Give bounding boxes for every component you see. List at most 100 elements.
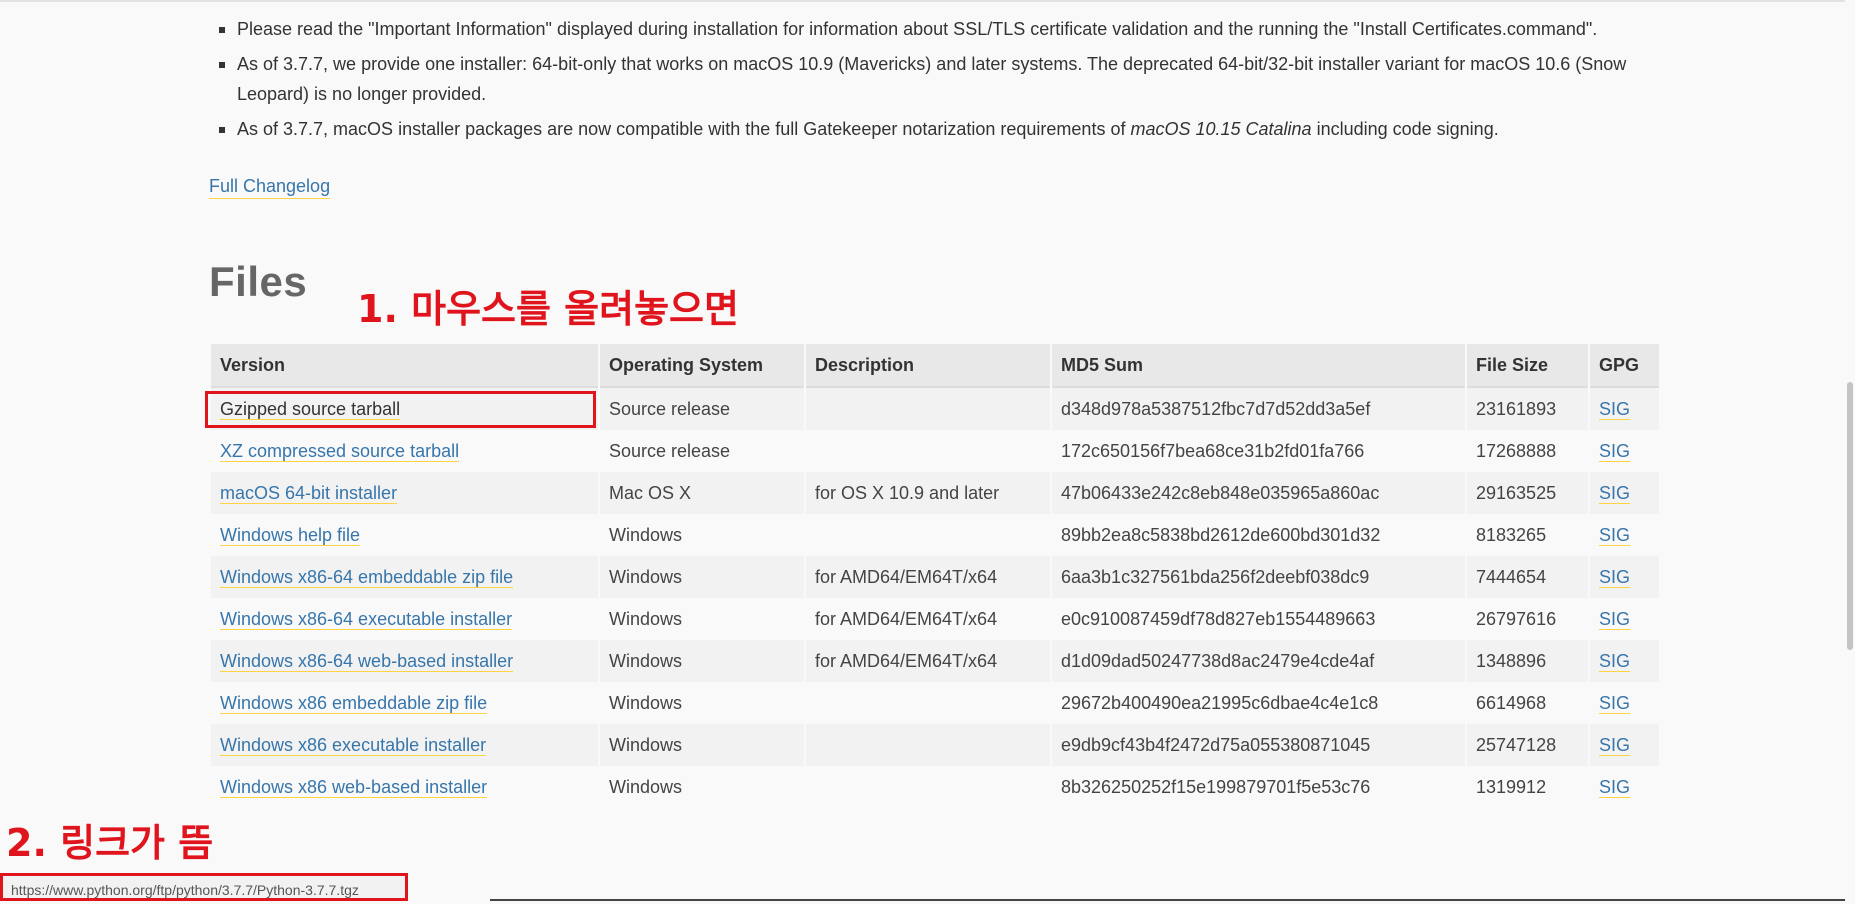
os-cell: Windows	[600, 514, 804, 556]
sig-link[interactable]: SIG	[1599, 482, 1631, 504]
size-cell: 26797616	[1467, 598, 1588, 640]
table-header-row: Version Operating System Description MD5…	[211, 344, 1659, 388]
vertical-scrollbar[interactable]	[1845, 0, 1855, 901]
scrollbar-thumb[interactable]	[1847, 382, 1853, 650]
download-link[interactable]: Windows x86 executable installer	[220, 734, 487, 756]
sig-link[interactable]: SIG	[1599, 776, 1631, 798]
header-os: Operating System	[600, 344, 804, 388]
description-cell	[806, 724, 1050, 766]
download-link[interactable]: Windows x86 web-based installer	[220, 776, 488, 798]
md5-cell: e9db9cf43b4f2472d75a055380871045	[1052, 724, 1465, 766]
download-link[interactable]: XZ compressed source tarball	[220, 440, 460, 462]
gpg-cell: SIG	[1590, 472, 1659, 514]
os-cell: Windows	[600, 682, 804, 724]
header-version: Version	[211, 344, 598, 388]
md5-cell: 89bb2ea8c5838bd2612de600bd301d32	[1052, 514, 1465, 556]
header-description: Description	[806, 344, 1050, 388]
version-cell: Windows x86-64 embeddable zip file	[211, 556, 598, 598]
header-md5: MD5 Sum	[1052, 344, 1465, 388]
gpg-cell: SIG	[1590, 724, 1659, 766]
table-row: Windows x86 embeddable zip file Windows …	[211, 682, 1659, 724]
md5-cell: 47b06433e242c8eb848e035965a860ac	[1052, 472, 1465, 514]
md5-cell: d1d09dad50247738d8ac2479e4cde4af	[1052, 640, 1465, 682]
download-link[interactable]: Windows x86-64 web-based installer	[220, 650, 514, 672]
table-row: macOS 64-bit installer Mac OS X for OS X…	[211, 472, 1659, 514]
version-cell: Windows help file	[211, 514, 598, 556]
os-cell: Windows	[600, 766, 804, 808]
os-cell: Source release	[600, 430, 804, 472]
os-cell: Windows	[600, 598, 804, 640]
download-link[interactable]: Windows x86-64 executable installer	[220, 608, 513, 630]
size-cell: 23161893	[1467, 388, 1588, 430]
sig-link[interactable]: SIG	[1599, 566, 1631, 588]
gpg-cell: SIG	[1590, 514, 1659, 556]
size-cell: 1319912	[1467, 766, 1588, 808]
md5-cell: 6aa3b1c327561bda256f2deebf038dc9	[1052, 556, 1465, 598]
table-row: Windows x86 executable installer Windows…	[211, 724, 1659, 766]
gpg-cell: SIG	[1590, 388, 1659, 430]
full-changelog-link[interactable]: Full Changelog	[209, 176, 331, 199]
table-row: Windows help file Windows 89bb2ea8c5838b…	[211, 514, 1659, 556]
sig-link[interactable]: SIG	[1599, 608, 1631, 630]
version-cell: Windows x86 executable installer	[211, 724, 598, 766]
note-text: As of 3.7.7, macOS installer packages ar…	[237, 119, 1131, 139]
version-cell: Windows x86-64 executable installer	[211, 598, 598, 640]
table-row: Windows x86-64 embeddable zip file Windo…	[211, 556, 1659, 598]
table-row: Windows x86 web-based installer Windows …	[211, 766, 1659, 808]
gpg-cell: SIG	[1590, 682, 1659, 724]
note-emphasis: macOS 10.15 Catalina	[1130, 119, 1312, 139]
size-cell: 7444654	[1467, 556, 1588, 598]
sig-link[interactable]: SIG	[1599, 524, 1631, 546]
gpg-cell: SIG	[1590, 598, 1659, 640]
md5-cell: 8b326250252f15e199879701f5e53c76	[1052, 766, 1465, 808]
sig-link[interactable]: SIG	[1599, 440, 1631, 462]
description-cell	[806, 682, 1050, 724]
size-cell: 8183265	[1467, 514, 1588, 556]
description-cell: for AMD64/EM64T/x64	[806, 556, 1050, 598]
version-cell: Windows x86 embeddable zip file	[211, 682, 598, 724]
highlight-box-hovered-link	[205, 391, 596, 428]
version-cell: Windows x86 web-based installer	[211, 766, 598, 808]
download-link[interactable]: Windows x86 embeddable zip file	[220, 692, 488, 714]
note-item: As of 3.7.7, macOS installer packages ar…	[209, 114, 1629, 144]
description-cell	[806, 388, 1050, 430]
os-cell: Windows	[600, 556, 804, 598]
md5-cell: e0c910087459df78d827eb1554489663	[1052, 598, 1465, 640]
description-cell: for OS X 10.9 and later	[806, 472, 1050, 514]
md5-cell: d348d978a5387512fbc7d7d52dd3a5ef	[1052, 388, 1465, 430]
gpg-cell: SIG	[1590, 556, 1659, 598]
annotation-step-1: 1. 마우스를 올려놓으면	[357, 287, 739, 331]
description-cell: for AMD64/EM64T/x64	[806, 640, 1050, 682]
sig-link[interactable]: SIG	[1599, 692, 1631, 714]
version-cell: XZ compressed source tarball	[211, 430, 598, 472]
gpg-cell: SIG	[1590, 640, 1659, 682]
header-file-size: File Size	[1467, 344, 1588, 388]
sig-link[interactable]: SIG	[1599, 650, 1631, 672]
table-row: XZ compressed source tarball Source rele…	[211, 430, 1659, 472]
size-cell: 29163525	[1467, 472, 1588, 514]
size-cell: 25747128	[1467, 724, 1588, 766]
sig-link[interactable]: SIG	[1599, 734, 1631, 756]
os-cell: Windows	[600, 640, 804, 682]
top-border	[0, 0, 1855, 2]
gpg-cell: SIG	[1590, 766, 1659, 808]
md5-cell: 172c650156f7bea68ce31b2fd01fa766	[1052, 430, 1465, 472]
note-item: Please read the "Important Information" …	[209, 14, 1629, 44]
download-link[interactable]: Windows x86-64 embeddable zip file	[220, 566, 514, 588]
note-item: As of 3.7.7, we provide one installer: 6…	[209, 49, 1629, 109]
description-cell: for AMD64/EM64T/x64	[806, 598, 1050, 640]
description-cell	[806, 766, 1050, 808]
size-cell: 6614968	[1467, 682, 1588, 724]
note-text: including code signing.	[1311, 119, 1499, 139]
sig-link[interactable]: SIG	[1599, 398, 1631, 420]
table-row: Windows x86-64 executable installer Wind…	[211, 598, 1659, 640]
files-heading: Files	[209, 258, 308, 305]
description-cell	[806, 430, 1050, 472]
download-link[interactable]: Windows help file	[220, 524, 361, 546]
gpg-cell: SIG	[1590, 430, 1659, 472]
release-notes-list: Please read the "Important Information" …	[209, 14, 1629, 149]
status-bar-url: https://www.python.org/ftp/python/3.7.7/…	[0, 873, 408, 901]
download-link[interactable]: macOS 64-bit installer	[220, 482, 398, 504]
version-cell: macOS 64-bit installer	[211, 472, 598, 514]
os-cell: Source release	[600, 388, 804, 430]
